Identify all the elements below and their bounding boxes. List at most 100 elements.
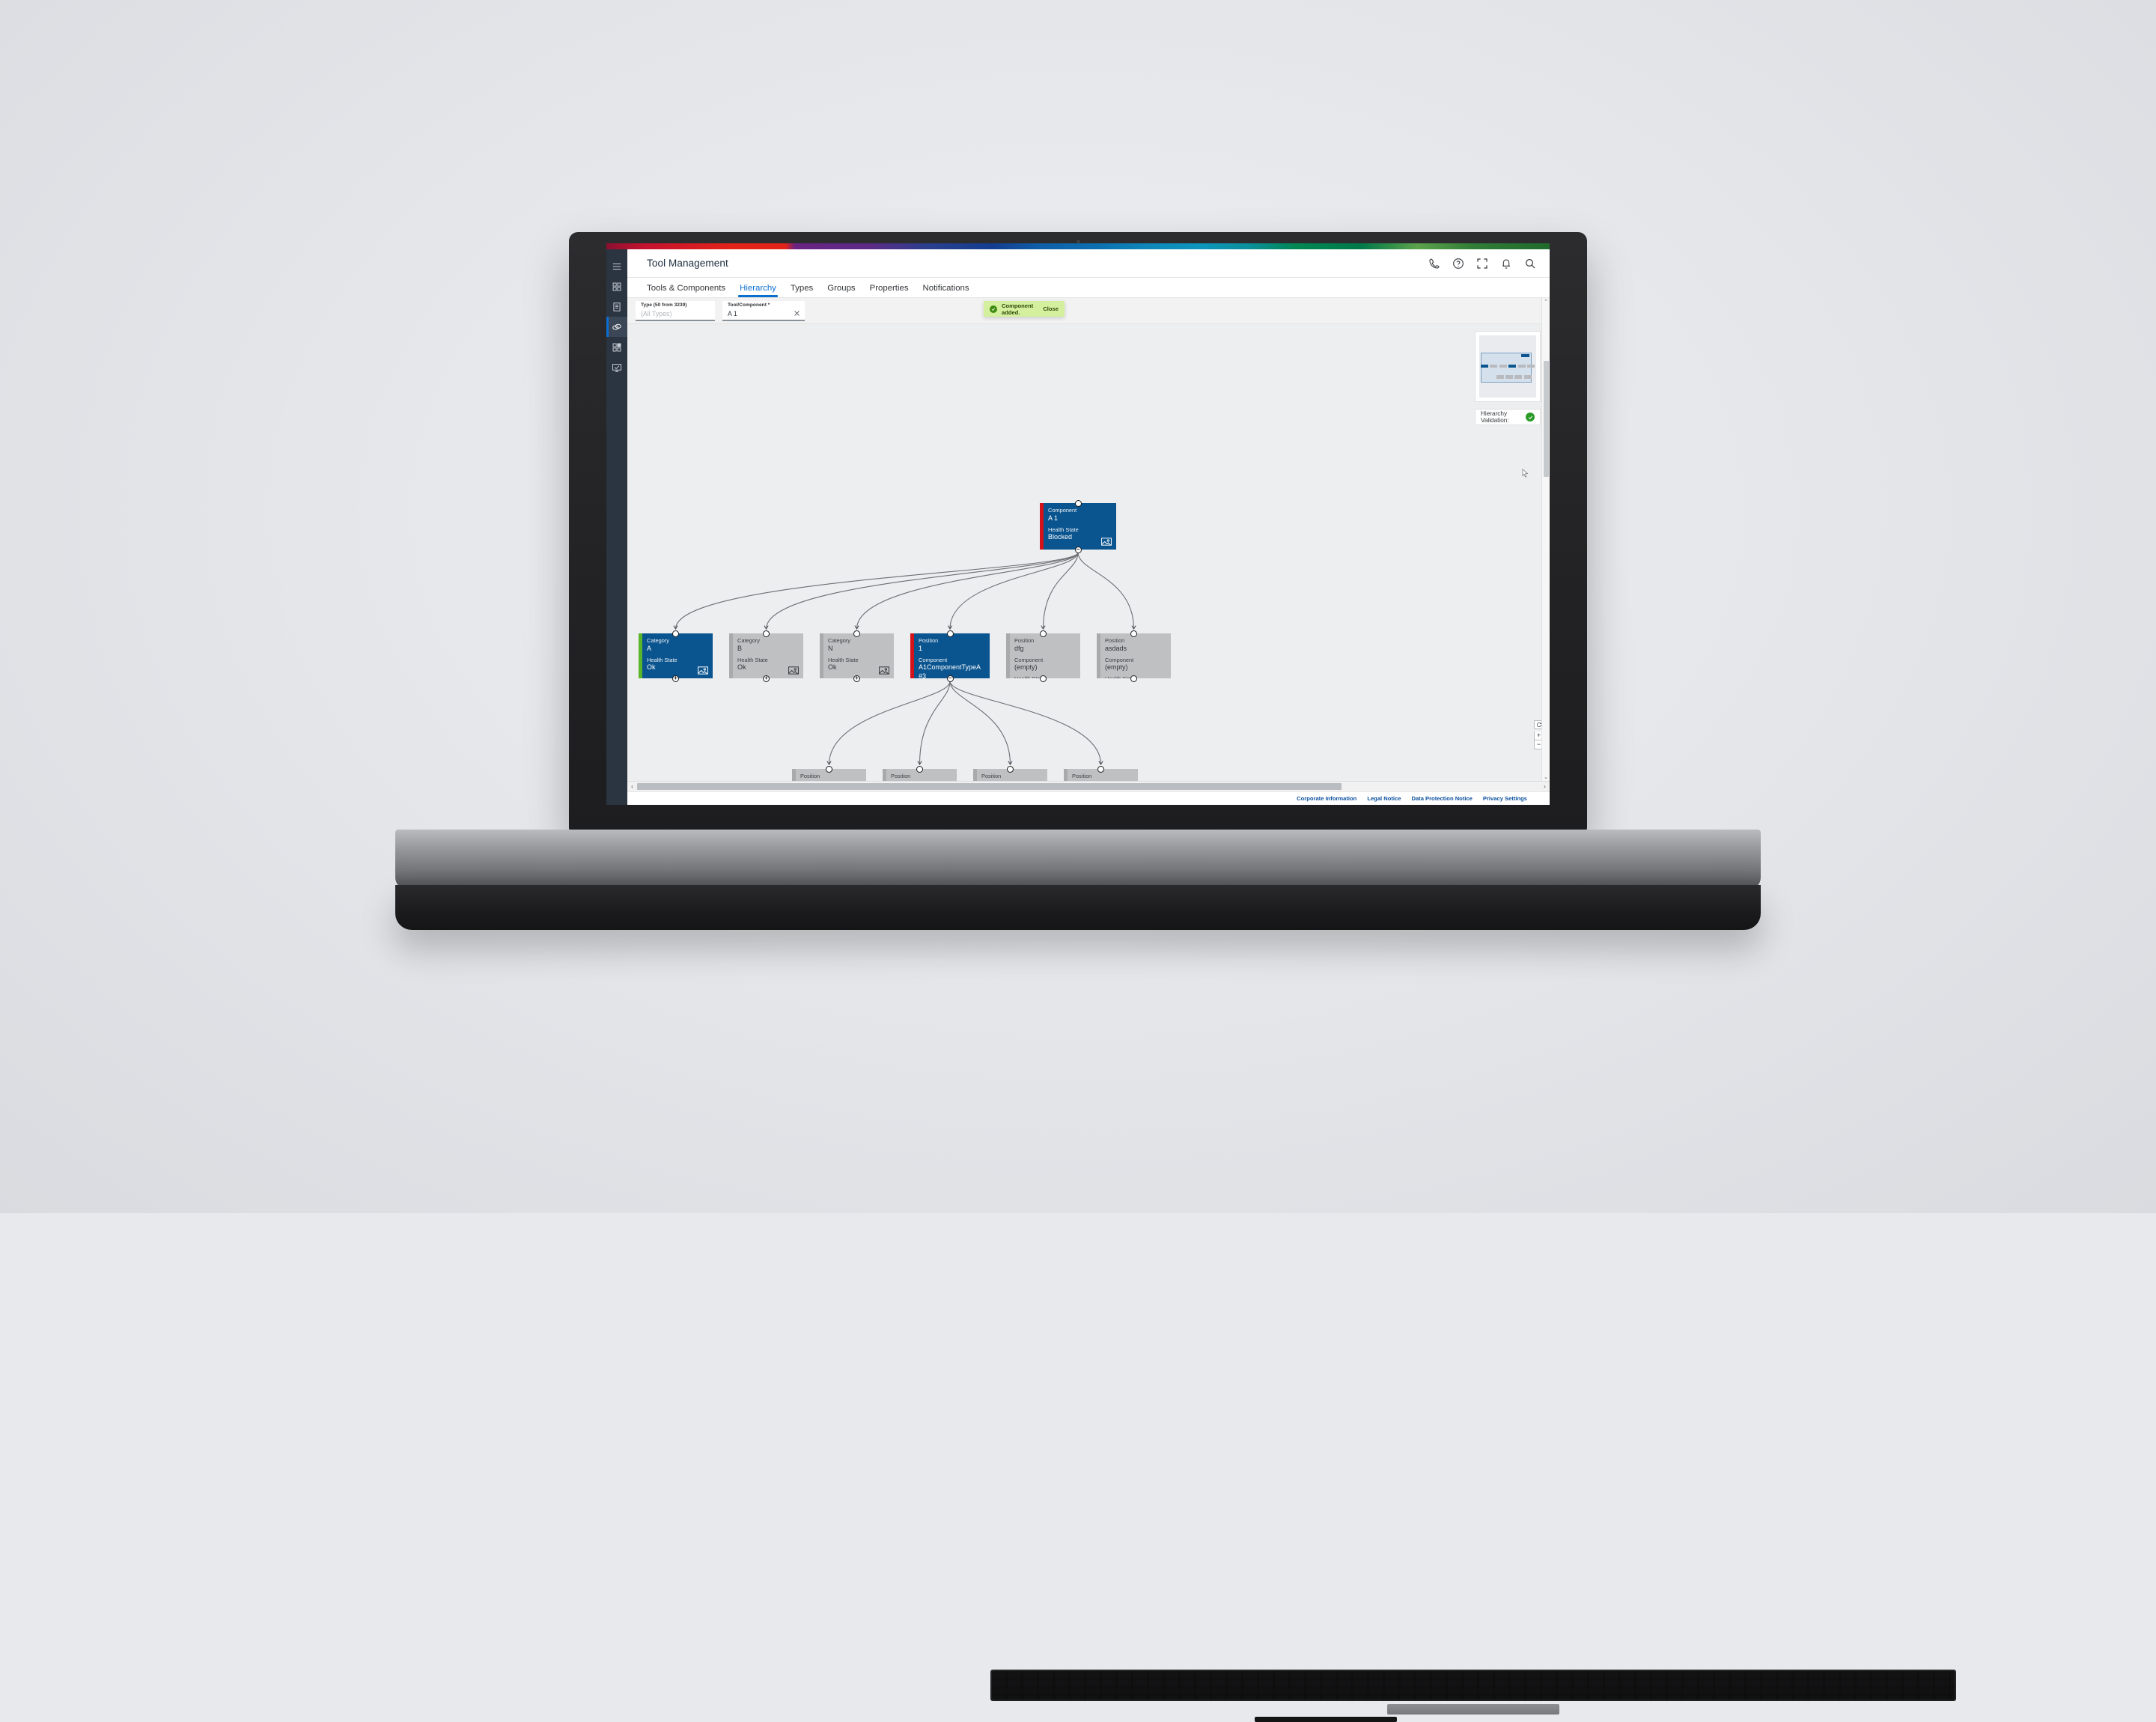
diagram-node-pos-1[interactable]: Position1ComponentA1ComponentTypeA #3Hea…: [910, 633, 990, 678]
node-bottom-port-pos-1[interactable]: −: [947, 675, 954, 682]
vertical-scroll-thumb[interactable]: [1544, 361, 1549, 477]
type-filter-value: (All Types): [641, 310, 710, 318]
node-top-port-pd3[interactable]: [826, 766, 832, 773]
bell-icon[interactable]: [1500, 258, 1512, 270]
edge-layer: [627, 324, 1550, 781]
horizontal-scrollbar[interactable]: ‹ ›: [627, 781, 1550, 791]
tab-types[interactable]: Types: [791, 284, 813, 297]
horizontal-scroll-thumb[interactable]: [637, 783, 1342, 790]
image-icon[interactable]: [788, 666, 799, 675]
rail-item-hierarchy[interactable]: [606, 317, 627, 337]
image-icon[interactable]: [698, 666, 708, 675]
diagram-node-cat-n[interactable]: CategoryNHealth StateOk: [820, 633, 894, 678]
node-field-label: Health State: [828, 657, 889, 664]
footer: Corporate Information Legal Notice Data Pr…: [606, 791, 1550, 805]
trackpad: [1387, 1704, 1559, 1715]
tab-groups[interactable]: Groups: [827, 284, 855, 297]
tool-component-value: A 1: [728, 310, 800, 318]
rail-item-list[interactable]: [606, 296, 627, 317]
node-bottom-port-pos-asdads[interactable]: [1130, 675, 1137, 682]
help-icon[interactable]: [1452, 258, 1464, 270]
diagram-node-pos-asdads[interactable]: PositionasdadsComponent(empty)Health Sta…: [1097, 633, 1171, 678]
rail-item-tiles[interactable]: [606, 276, 627, 296]
node-field-label: Position: [800, 773, 861, 780]
toast-message: Component added.: [1002, 302, 1038, 316]
header-actions[interactable]: [1428, 258, 1536, 270]
node-top-port-pos-dfg[interactable]: [1040, 630, 1047, 637]
hierarchy-icon: [612, 322, 622, 332]
left-nav-rail[interactable]: [606, 249, 627, 805]
hierarchy-canvas[interactable]: ComponentA 1Health StateBlocked−Category…: [627, 324, 1550, 781]
node-top-port-pd1[interactable]: [916, 766, 923, 773]
node-bottom-port-cat-n[interactable]: +: [853, 675, 860, 682]
scroll-down-arrow[interactable]: ⌄: [1544, 774, 1548, 780]
tab-hierarchy[interactable]: Hierarchy: [740, 284, 776, 297]
diagram-node-cat-b[interactable]: CategoryBHealth StateOk: [729, 633, 803, 678]
tab-properties[interactable]: Properties: [870, 284, 909, 297]
node-bottom-port-pos-dfg[interactable]: [1040, 675, 1047, 682]
tool-component-field[interactable]: Tool/Component * A 1: [722, 301, 805, 321]
node-top-port-pd2[interactable]: [1007, 766, 1014, 773]
close-icon[interactable]: [794, 307, 800, 314]
node-field-label: Health State: [737, 657, 798, 664]
fullscreen-icon[interactable]: [1476, 258, 1488, 270]
node-body: CategoryNHealth StateOk: [823, 633, 894, 678]
node-body: PositiondfgComponent(empty)Health StateO…: [1010, 633, 1080, 678]
keyboard: [990, 1670, 1956, 1701]
monitor-icon: [612, 362, 622, 373]
node-field-label: Position: [891, 773, 951, 780]
minimap-node-cat-a: [1481, 365, 1488, 368]
node-body: CategoryBHealth StateOk: [733, 633, 803, 678]
canvas-side-panel: Hierarchy Validation:: [1475, 331, 1541, 425]
plus-icon: +: [764, 676, 769, 681]
node-top-port-cat-a[interactable]: [672, 630, 679, 637]
diagram-node-pos-dfg[interactable]: PositiondfgComponent(empty)Health StateO…: [1006, 633, 1080, 678]
node-top-port-root[interactable]: [1075, 500, 1082, 507]
rail-item-menu[interactable]: [606, 256, 627, 276]
node-top-port-pos-1[interactable]: [947, 630, 954, 637]
tab-tools-components[interactable]: Tools & Components: [647, 284, 725, 297]
node-bottom-port-cat-a[interactable]: +: [672, 675, 679, 682]
footer-link-privacy-settings[interactable]: Privacy Settings: [1483, 795, 1527, 802]
image-icon[interactable]: [879, 666, 889, 675]
node-field-label: Position: [1072, 773, 1133, 780]
node-top-port-cat-b[interactable]: [763, 630, 770, 637]
node-bottom-port-cat-b[interactable]: +: [763, 675, 770, 682]
minimap[interactable]: [1475, 331, 1541, 402]
rail-item-groups[interactable]: [606, 337, 627, 357]
rail-item-monitor[interactable]: [606, 357, 627, 377]
node-field-label: Component: [1048, 507, 1111, 514]
node-bottom-port-root[interactable]: −: [1075, 547, 1082, 553]
toast-close-button[interactable]: Close: [1043, 305, 1059, 312]
type-filter-field[interactable]: Type (50 from 3239) (All Types): [636, 301, 715, 321]
node-top-port-pos-asdads[interactable]: [1130, 630, 1137, 637]
diagram-node-root[interactable]: ComponentA 1Health StateBlocked: [1040, 503, 1116, 550]
footer-link-corporate-information[interactable]: Corporate Information: [1297, 795, 1356, 802]
search-icon[interactable]: [1524, 258, 1536, 270]
scroll-up-arrow[interactable]: ⌃: [1544, 299, 1548, 305]
laptop-base: [395, 830, 1761, 889]
horizontal-scroll-track[interactable]: [637, 783, 1540, 790]
tab-bar[interactable]: Tools & Components Hierarchy Types Groups Pr…: [606, 278, 1550, 298]
scroll-left-arrow[interactable]: ‹: [627, 783, 637, 790]
node-top-port-pd0[interactable]: [1097, 766, 1104, 773]
node-field-value: A: [647, 645, 707, 654]
trackpad-notch: [1255, 1717, 1397, 1722]
footer-link-data-protection-notice[interactable]: Data Protection Notice: [1411, 795, 1472, 802]
plus-icon: +: [673, 676, 678, 681]
scroll-right-arrow[interactable]: ›: [1540, 783, 1550, 790]
toast-notification: Component added. Close: [984, 301, 1065, 317]
node-field-label: Category: [828, 637, 889, 645]
node-top-port-cat-n[interactable]: [853, 630, 860, 637]
phone-icon[interactable]: [1428, 258, 1440, 270]
node-field-label: Position: [981, 773, 1042, 780]
footer-link-legal-notice[interactable]: Legal Notice: [1367, 795, 1401, 802]
image-icon[interactable]: [1101, 538, 1112, 546]
tab-notifications[interactable]: Notifications: [923, 284, 969, 297]
diagram-node-cat-a[interactable]: CategoryAHealth StateOk: [639, 633, 713, 678]
page-title: Tool Management: [647, 258, 728, 269]
node-field-label: Health State: [1048, 526, 1111, 534]
minimap-node-pd2: [1514, 375, 1522, 378]
node-field-label: Component: [1014, 657, 1075, 664]
vertical-scrollbar[interactable]: ⌃ ⌄: [1541, 298, 1550, 781]
